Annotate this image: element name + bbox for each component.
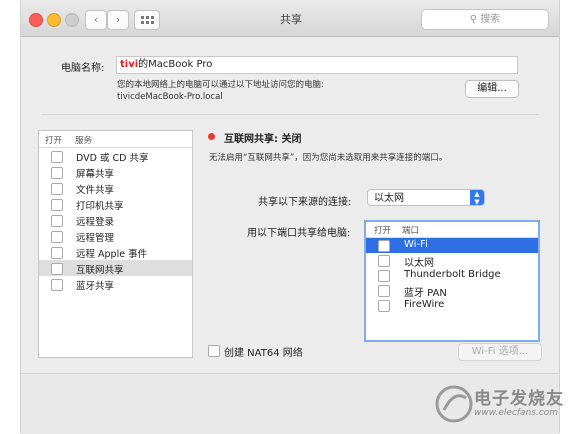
services-header: 打开 服务 [39, 131, 192, 148]
services-header-on: 打开 [45, 136, 63, 146]
service-row[interactable]: 打印机共享 [39, 196, 192, 212]
divider [41, 114, 539, 115]
service-checkbox[interactable] [51, 215, 63, 227]
status-description: 无法启用“互联网共享”，因为您尚未选取用来共享连接的端口。 [209, 153, 448, 163]
service-checkbox[interactable] [51, 279, 63, 291]
service-row[interactable]: 远程登录 [39, 212, 192, 228]
nat64-checkbox[interactable] [208, 345, 220, 357]
updown-arrows-icon: ▲ ▼ [470, 190, 484, 206]
watermark-text: 电子发烧友 [474, 389, 564, 409]
ports-header-on: 打开 [374, 226, 392, 236]
nat64-label: 创建 NAT64 网络 [224, 348, 303, 359]
address-hint-text: 您的本地网络上的电脑可以通过以下地址访问您的电脑: [117, 80, 324, 90]
share-from-label: 共享以下来源的连接: [258, 197, 352, 208]
local-hostname: tivicdeMacBook-Pro.local [117, 92, 223, 102]
edit-button[interactable]: 编辑... [465, 80, 519, 98]
chevron-right-icon: › [115, 13, 121, 26]
show-all-button[interactable] [134, 10, 160, 30]
port-checkbox[interactable] [378, 255, 390, 267]
service-checkbox[interactable] [51, 263, 63, 275]
service-row[interactable]: 蓝牙共享 [39, 276, 192, 292]
share-from-value: 以太网 [374, 193, 404, 204]
port-row[interactable]: Thunderbolt Bridge [366, 268, 538, 283]
close-window-button[interactable] [29, 13, 43, 27]
port-checkbox[interactable] [378, 240, 390, 252]
ports-header: 打开 端口 [366, 222, 538, 238]
service-row[interactable]: 远程 Apple 事件 [39, 244, 192, 260]
service-checkbox[interactable] [51, 183, 63, 195]
forward-button[interactable]: › [107, 10, 129, 30]
ports-list: 打开 端口 Wi-Fi 以太网 Thunderbolt Bridge 蓝牙 PAN Fi… [364, 220, 540, 342]
back-button[interactable]: ‹ [85, 10, 107, 30]
service-row[interactable]: 屏幕共享 [39, 164, 192, 180]
minimize-window-button[interactable] [47, 13, 61, 27]
chevron-left-icon: ‹ [93, 13, 99, 26]
service-row[interactable]: DVD 或 CD 共享 [39, 148, 192, 164]
service-label: 蓝牙共享 [76, 281, 115, 292]
service-label: 打印机共享 [76, 201, 124, 212]
services-list: 打开 服务 DVD 或 CD 共享 屏幕共享文件共享打印机共享远程登录远程管理远程… [38, 130, 193, 358]
port-row[interactable]: Wi-Fi [366, 238, 538, 253]
ports-header-port: 端口 [402, 226, 420, 236]
service-label: DVD 或 CD 共享 [76, 153, 149, 164]
service-label: 远程管理 [76, 233, 115, 244]
computer-name-value: 的MacBook Pro [138, 59, 213, 70]
title-bar: ‹ › 共享 ⚲ 搜索 [21, 0, 559, 37]
service-checkbox[interactable] [51, 231, 63, 243]
service-checkbox[interactable] [51, 247, 63, 259]
port-label: 以太网 [404, 258, 434, 269]
port-label: 蓝牙 PAN [404, 288, 447, 299]
service-label: 远程 Apple 事件 [76, 249, 148, 260]
address-hint: 您的本地网络上的电脑可以通过以下地址访问您的电脑: tivicdeMacBook… [117, 79, 324, 103]
service-label: 屏幕共享 [76, 169, 115, 180]
status-indicator [208, 133, 215, 140]
port-row[interactable]: FireWire [366, 298, 538, 313]
port-label: Thunderbolt Bridge [404, 269, 501, 280]
port-row[interactable]: 以太网 [366, 253, 538, 269]
search-input[interactable]: ⚲ 搜索 [421, 9, 549, 30]
search-icon: ⚲ [469, 14, 478, 25]
service-checkbox[interactable] [51, 151, 63, 163]
watermark-url: www.elecfans.com [474, 408, 559, 418]
sharing-window: ‹ › 共享 ⚲ 搜索 电脑名称: tivi的MacBook Pro 您的本地网… [20, 0, 560, 434]
port-label: FireWire [404, 299, 445, 310]
port-checkbox[interactable] [378, 300, 390, 312]
service-label: 互联网共享 [76, 265, 124, 276]
service-row[interactable]: 远程管理 [39, 228, 192, 244]
port-checkbox[interactable] [378, 285, 390, 297]
computer-name-label: 电脑名称: [61, 63, 105, 74]
port-row[interactable]: 蓝牙 PAN [366, 283, 538, 299]
service-row[interactable]: 文件共享 [39, 180, 192, 196]
share-to-label: 用以下端口共享给电脑: [247, 228, 351, 239]
wifi-options-button[interactable]: Wi-Fi 选项... [458, 343, 542, 361]
computer-name-field[interactable]: tivi的MacBook Pro [116, 56, 518, 74]
port-checkbox[interactable] [378, 270, 390, 282]
service-label: 远程登录 [76, 217, 115, 228]
sharing-status: 互联网共享: 关闭 [224, 134, 302, 145]
zoom-window-button[interactable] [65, 13, 79, 27]
service-row[interactable]: 互联网共享 [39, 260, 192, 276]
port-label: Wi-Fi [404, 239, 428, 250]
search-placeholder: 搜索 [480, 14, 501, 25]
window-title: 共享 [280, 13, 302, 26]
redacted-name: tivi [120, 59, 139, 70]
service-label: 文件共享 [76, 185, 115, 196]
share-from-popup[interactable]: 以太网 ▲ ▼ [367, 189, 485, 206]
services-header-service: 服务 [75, 136, 93, 146]
service-checkbox[interactable] [51, 167, 63, 179]
service-checkbox[interactable] [51, 199, 63, 211]
